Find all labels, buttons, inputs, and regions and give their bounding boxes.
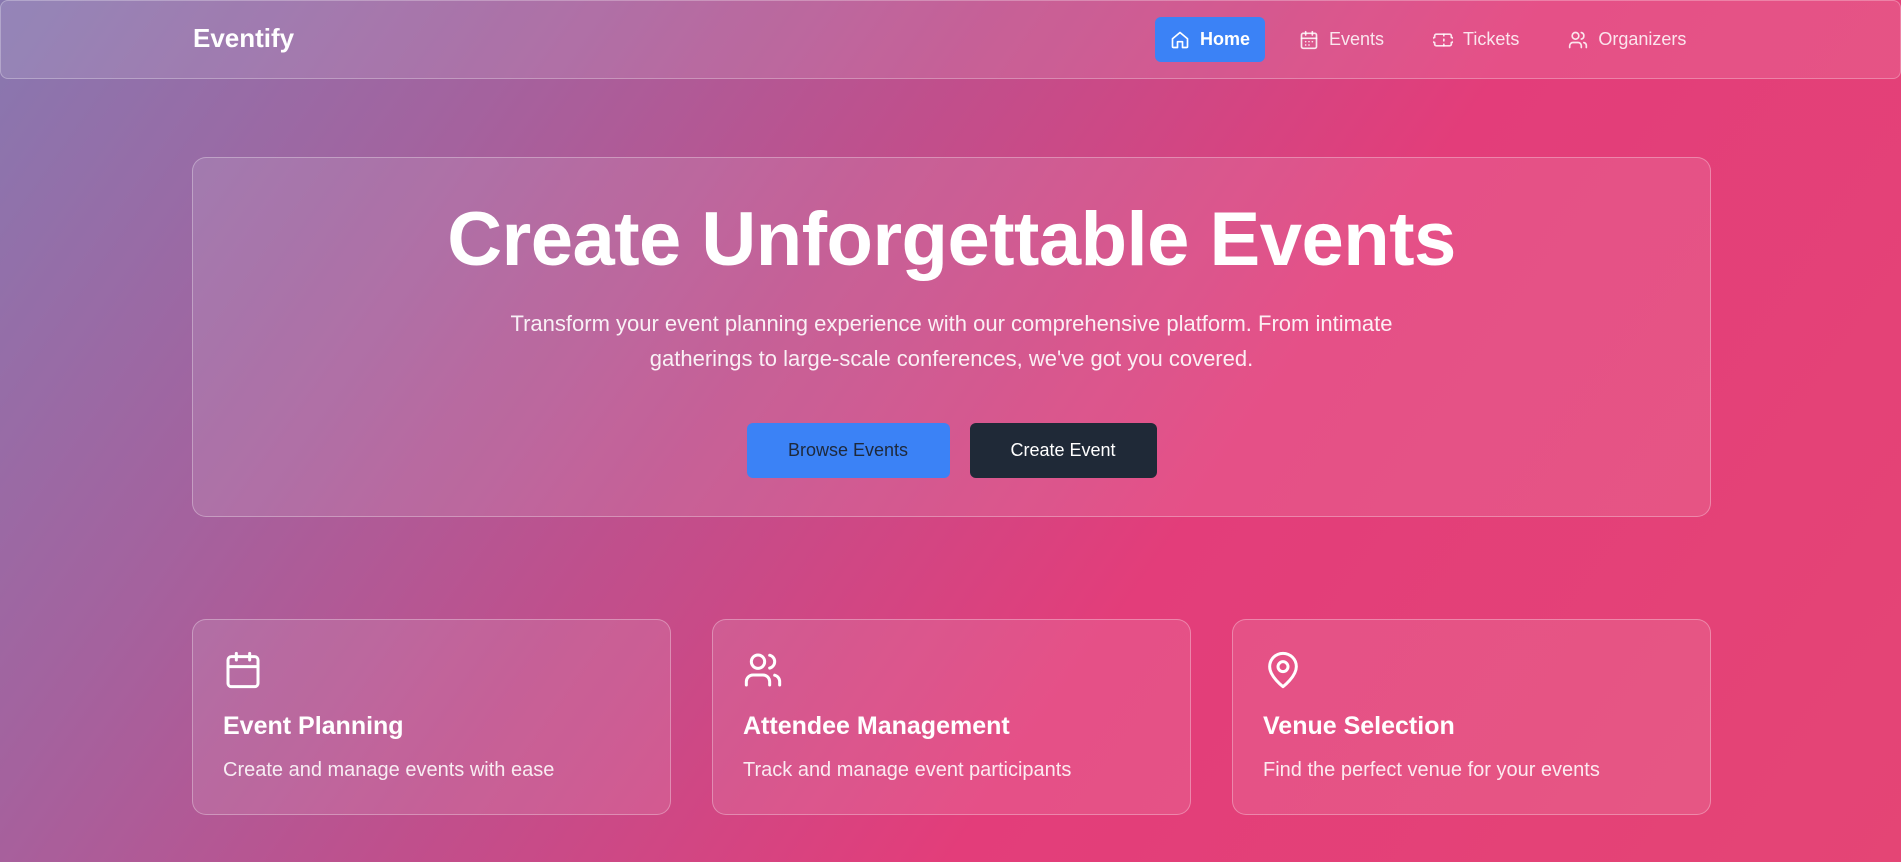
brand-logo[interactable]: Eventify [193,23,294,54]
feature-title: Attendee Management [743,712,1010,740]
home-icon [1171,31,1189,48]
feature-description: Find the perfect venue for your events [1263,759,1600,781]
feature-description: Track and manage event participants [743,759,1072,781]
nav-item-events[interactable]: Events [1284,17,1399,62]
users-icon [744,653,782,687]
feature-title: Event Planning [223,712,404,740]
browse-events-button[interactable]: Browse Events [746,423,950,478]
calendar-icon [1300,30,1318,49]
nav-item-label: Tickets [1463,29,1520,49]
feature-title: Venue Selection [1263,712,1455,740]
users-icon [1569,31,1588,48]
feature-description: Create and manage events with ease [223,759,555,781]
nav-item-tickets[interactable]: Tickets [1418,17,1534,62]
hero-buttons: Browse Events Create Event [193,423,1710,478]
nav-item-home[interactable]: Home [1155,17,1266,62]
hero-title: Create Unforgettable Events [447,197,1456,282]
nav-item-label: Home [1200,29,1251,49]
feature-card-event-planning: Event Planning Create and manage events … [192,619,671,815]
feature-card-venue-selection: Venue Selection Find the perfect venue f… [1232,619,1711,815]
create-event-button[interactable]: Create Event [969,423,1157,478]
nav-links: Home Events Tickets Organizers [1155,17,1720,62]
calendar-icon [226,651,260,689]
ticket-icon [1433,32,1454,47]
hero-section: Create Unforgettable Events Transform yo… [192,157,1711,517]
feature-cards: Event Planning Create and manage events … [192,619,1711,815]
top-navbar: Eventify Home Events Tickets Organizers [0,0,1901,79]
nav-item-organizers[interactable]: Organizers [1553,17,1701,62]
map-pin-icon [1268,651,1298,689]
nav-item-label: Organizers [1598,29,1687,49]
hero-subtitle: Transform your event planning experience… [510,311,1393,371]
nav-item-label: Events [1329,29,1385,49]
feature-card-attendee-management: Attendee Management Track and manage eve… [712,619,1191,815]
